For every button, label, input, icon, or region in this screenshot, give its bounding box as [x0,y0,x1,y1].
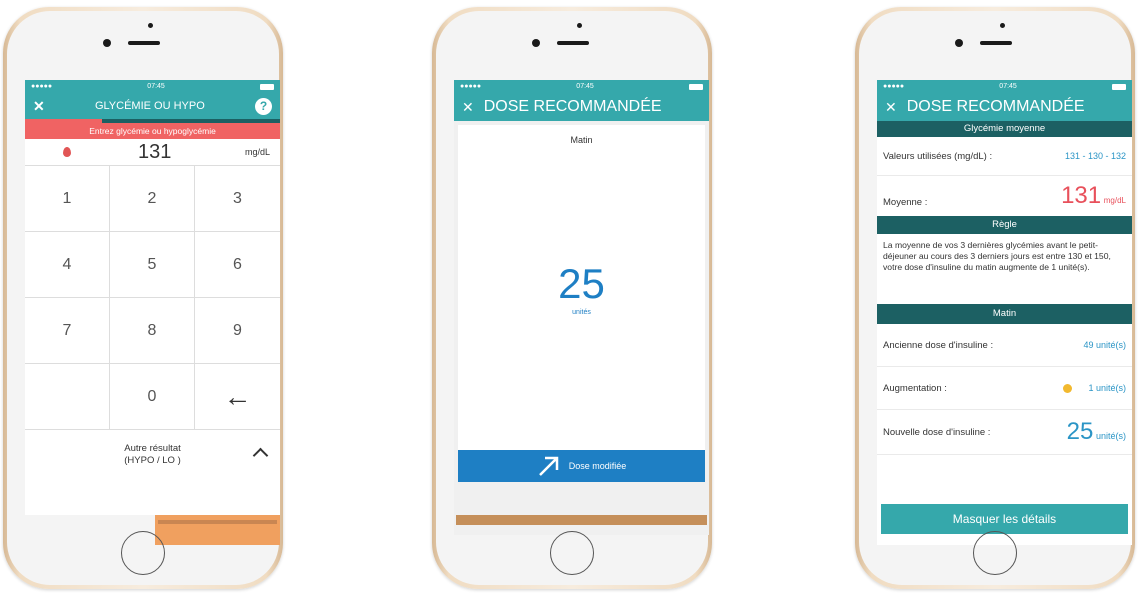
value-display[interactable]: 131 mg/dL [25,139,280,166]
chevron-up-icon[interactable] [252,447,269,464]
key-1[interactable]: 1 [25,166,110,232]
other-result-sublabel: (HYPO / LO ) [124,455,181,466]
new-dose-unit: unité(s) [1095,431,1126,441]
sensor-dot [532,39,540,47]
other-result-button[interactable]: Autre résultat (HYPO / LO ) [25,430,280,480]
section-morning: Matin [877,304,1132,324]
values-used-row: Valeurs utilisées (mg/dL) : 131 - 130 - … [877,137,1132,176]
screen-dose-details: ●●●●● 07:45 ✕ DOSE RECOMMANDÉE Glycémie … [877,80,1132,545]
front-camera [148,23,153,28]
new-dose-label: Nouvelle dose d'insuline : [883,426,991,438]
new-dose-value-group: 25 unité(s) [1067,418,1126,446]
help-icon[interactable]: ? [255,97,272,115]
close-icon[interactable]: ✕ [885,99,897,116]
phone-dose-details: ●●●●● 07:45 ✕ DOSE RECOMMANDÉE Glycémie … [855,7,1135,589]
signal-indicator: ●●●●● [460,83,482,90]
earpiece-speaker [128,41,160,45]
key-3[interactable]: 3 [195,166,280,232]
values-used: 131 - 130 - 132 [1064,151,1126,161]
increase-value-group: 1 unité(s) [1063,383,1126,393]
close-icon[interactable]: ✕ [33,98,45,115]
values-used-label: Valeurs utilisées (mg/dL) : [883,150,993,162]
phone-dose: ●●●●● 07:45 ✕ DOSE RECOMMANDÉE Matin 25 … [432,7,712,589]
progress-fill [25,119,102,123]
backspace-arrow-icon[interactable]: ← [195,364,280,430]
hide-details-button[interactable]: Masquer les détails [881,504,1128,534]
old-dose-label: Ancienne dose d'insuline : [883,339,994,351]
front-camera [577,23,582,28]
orange-overlay-bar [456,515,707,525]
dose-unit: unités [572,309,591,316]
other-result-label: Autre résultat [124,443,181,454]
page-title: DOSE RECOMMANDÉE [483,98,662,115]
battery-icon [688,83,703,90]
glycemia-value: 131 [138,140,172,163]
screen-dose: ●●●●● 07:45 ✕ DOSE RECOMMANDÉE Matin 25 … [454,80,709,535]
page-title: GLYCÉMIE OU HYPO [94,100,205,112]
mean-value: 131 [1061,182,1102,209]
key-2[interactable]: 2 [110,166,195,232]
battery-icon [259,83,274,90]
header-bar: ✕ DOSE RECOMMANDÉE [454,93,709,121]
info-dot-icon[interactable] [1063,383,1073,393]
front-camera [1000,23,1005,28]
old-dose-value: 49 unité(s) [1083,340,1126,350]
unit-label: mg/dL [244,147,270,157]
signal-indicator: ●●●●● [883,83,905,90]
instruction-banner: Entrez glycémie ou hypoglycémie [25,123,280,139]
new-dose-row: Nouvelle dose d'insuline : 25 unité(s) [877,410,1132,455]
increase-row: Augmentation : 1 unité(s) [877,367,1132,410]
key-9[interactable]: 9 [195,298,280,364]
header-bar: ✕ GLYCÉMIE OU HYPO ? [25,93,280,119]
mean-value-group: 131 mg/dL [1061,182,1126,210]
dose-card: Matin 25 unités [458,125,705,450]
key-7[interactable]: 7 [25,298,110,364]
orange-overlay-bar [155,515,280,545]
blood-drop-icon [63,147,71,157]
rule-text: La moyenne de vos 3 dernières glycémies … [883,240,1111,272]
key-0[interactable]: 0 [110,364,195,430]
key-8[interactable]: 8 [110,298,195,364]
section-rule: Règle [877,216,1132,234]
status-bar: ●●●●● 07:45 [454,80,709,93]
home-button[interactable] [550,531,594,575]
dose-modified-label: Dose modifiée [568,461,627,471]
key-4[interactable]: 4 [25,232,110,298]
home-button[interactable] [121,531,165,575]
status-bar: ●●●●● 07:45 [25,80,280,93]
key-empty [25,364,110,430]
increase-value: 1 unité(s) [1088,383,1126,393]
mean-label: Moyenne : [883,196,928,208]
section-average-glycemia: Glycémie moyenne [877,121,1132,137]
earpiece-speaker [980,41,1012,45]
mean-unit: mg/dL [1103,196,1126,205]
home-button[interactable] [973,531,1017,575]
old-dose-row: Ancienne dose d'insuline : 49 unité(s) [877,324,1132,367]
dose-modified-button[interactable]: Dose modifiée [458,450,705,482]
header-bar: ✕ DOSE RECOMMANDÉE [877,93,1132,121]
arrow-up-right-icon [538,456,558,476]
increase-label: Augmentation : [883,382,947,394]
screen-glycemie: ●●●●● 07:45 ✕ GLYCÉMIE OU HYPO ? Entrez … [25,80,280,515]
new-dose-value: 25 [1066,418,1094,445]
status-time: 07:45 [147,83,165,90]
sensor-dot [103,39,111,47]
close-icon[interactable]: ✕ [462,99,474,116]
status-time: 07:45 [999,83,1017,90]
page-title: DOSE RECOMMANDÉE [906,98,1085,115]
earpiece-speaker [557,41,589,45]
dose-value: 25 [558,260,605,307]
period-label: Matin [570,135,593,145]
phone-glycemie: ●●●●● 07:45 ✕ GLYCÉMIE OU HYPO ? Entrez … [3,7,283,589]
key-6[interactable]: 6 [195,232,280,298]
progress-bar [25,119,280,123]
signal-indicator: ●●●●● [31,83,53,90]
key-5[interactable]: 5 [110,232,195,298]
mean-row: Moyenne : 131 mg/dL [877,176,1132,216]
status-bar: ●●●●● 07:45 [877,80,1132,93]
status-time: 07:45 [576,83,594,90]
keypad: 1 2 3 4 5 6 7 8 9 0 ← [25,166,280,430]
sensor-dot [955,39,963,47]
battery-icon [1111,83,1126,90]
